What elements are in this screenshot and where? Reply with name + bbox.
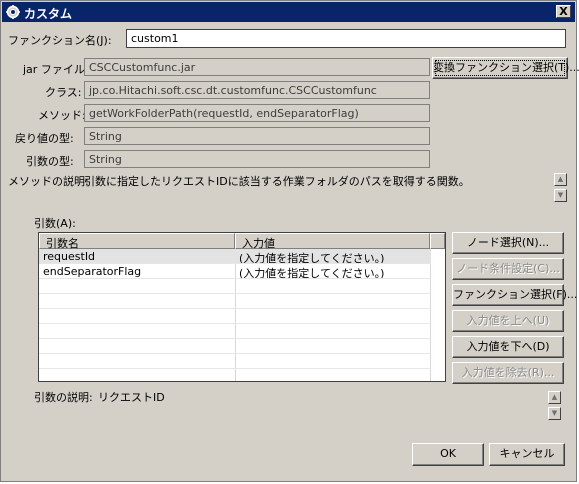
jar-file-label: jar ファイル: xyxy=(23,63,89,76)
return-type-field: String xyxy=(84,127,430,145)
up-arrow-icon: ▲ xyxy=(557,175,564,183)
arguments-table[interactable]: 引数名 入力値 requestId (入力値を指定してください。) endSep… xyxy=(38,232,446,382)
down-arrow-icon: ▼ xyxy=(557,191,564,199)
ok-button[interactable]: OK xyxy=(412,443,484,466)
move-up-button[interactable]: 入力値を上へ(U) xyxy=(452,310,564,332)
column-header-arg-name[interactable]: 引数名 xyxy=(39,233,235,250)
return-type-label: 戻り値の型: xyxy=(15,132,74,145)
input-value-cell[interactable]: (入力値を指定してください。) xyxy=(235,264,430,278)
table-row xyxy=(39,339,431,354)
function-select-button[interactable]: ファンクション選択(F)... xyxy=(452,284,577,306)
close-icon: X xyxy=(559,5,568,18)
move-down-button[interactable]: 入力値を下へ(D) xyxy=(452,336,564,358)
description-scroll-up-button[interactable]: ▲ xyxy=(554,173,567,186)
function-name-input[interactable]: custom1 xyxy=(126,29,566,48)
arg-type-field: String xyxy=(84,150,430,168)
table-row xyxy=(39,279,431,294)
arg-type-label: 引数の型: xyxy=(26,155,74,168)
table-row[interactable]: requestId (入力値を指定してください。) xyxy=(39,249,431,264)
close-button[interactable]: X xyxy=(556,5,571,18)
table-row xyxy=(39,309,431,324)
description-scroll-down-button[interactable]: ▼ xyxy=(554,189,567,202)
method-field: getWorkFolderPath(requestId, endSeparato… xyxy=(84,104,430,122)
input-value-cell[interactable]: (入力値を指定してください。) xyxy=(235,249,430,263)
node-condition-button[interactable]: ノード条件設定(C)... xyxy=(452,258,564,280)
column-header-filler xyxy=(430,233,445,249)
arg-name-cell: requestId xyxy=(43,250,96,263)
jar-file-field: CSCCustomfunc.jar xyxy=(84,58,430,76)
down-arrow-icon: ▼ xyxy=(551,409,558,417)
cancel-button[interactable]: キャンセル xyxy=(489,443,565,466)
arg-description-text: リクエストID xyxy=(98,391,165,404)
table-row[interactable]: endSeparatorFlag (入力値を指定してください。) xyxy=(39,264,431,279)
up-arrow-icon: ▲ xyxy=(551,393,558,401)
select-conversion-function-button[interactable]: 変換ファンクション選択(T)... xyxy=(432,57,579,79)
table-row xyxy=(39,294,431,309)
column-header-input-value[interactable]: 入力値 xyxy=(235,233,430,250)
remove-button[interactable]: 入力値を除去(R)... xyxy=(452,362,564,384)
arg-name-cell: endSeparatorFlag xyxy=(43,265,142,278)
table-row xyxy=(39,324,431,339)
window-title: カスタム xyxy=(24,7,73,21)
gear-icon xyxy=(6,5,20,19)
method-label: メソッド: xyxy=(38,109,86,122)
function-name-label: ファンクション名(J): xyxy=(8,34,112,47)
arguments-label: 引数(A): xyxy=(34,217,76,230)
method-description-label: メソッドの説明: xyxy=(8,175,89,188)
arg-description-label: 引数の説明: xyxy=(34,391,93,404)
arg-description-scroll-down-button[interactable]: ▼ xyxy=(548,407,561,420)
node-select-button[interactable]: ノード選択(N)... xyxy=(452,232,564,254)
table-row xyxy=(39,354,431,369)
custom-dialog: カスタム X ファンクション名(J): custom1 jar ファイル: CS… xyxy=(0,0,579,482)
table-row xyxy=(39,369,431,381)
title-bar: カスタム X xyxy=(2,2,575,22)
table-header: 引数名 入力値 xyxy=(39,233,445,250)
class-field: jp.co.Hitachi.soft.csc.dt.customfunc.CSC… xyxy=(84,81,430,99)
arg-description-scroll-up-button[interactable]: ▲ xyxy=(548,391,561,404)
class-label: クラス: xyxy=(45,86,82,99)
method-description-text: 引数に指定したリクエストIDに該当する作業フォルダのパスを取得する関数。 xyxy=(84,175,470,188)
